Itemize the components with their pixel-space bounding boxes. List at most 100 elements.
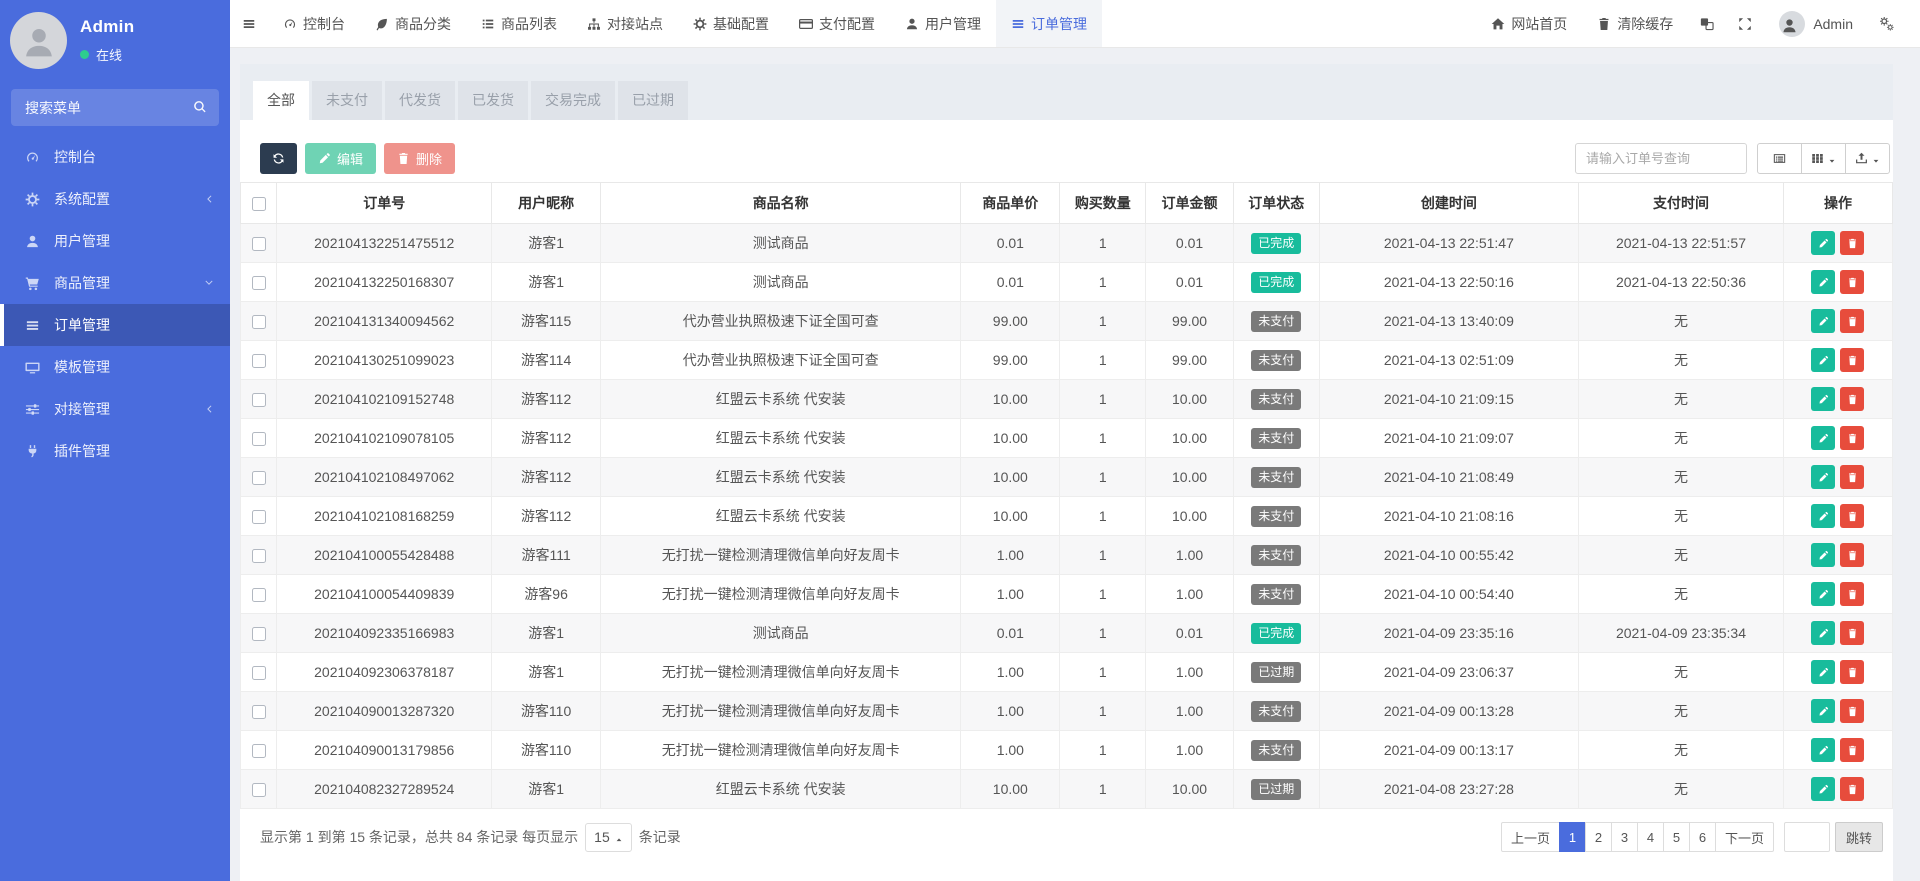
row-checkbox[interactable] <box>252 627 266 641</box>
row-checkbox[interactable] <box>252 237 266 251</box>
select-all-checkbox[interactable] <box>252 197 266 211</box>
columns-button[interactable] <box>1801 143 1846 174</box>
row-delete-button[interactable] <box>1840 465 1864 489</box>
row-checkbox[interactable] <box>252 744 266 758</box>
row-checkbox[interactable] <box>252 666 266 680</box>
topnav-item-clear-cache[interactable]: 清除缓存 <box>1582 0 1688 47</box>
row-checkbox[interactable] <box>252 315 266 329</box>
page-prev-button[interactable]: 上一页 <box>1501 822 1560 852</box>
row-edit-button[interactable] <box>1811 426 1835 450</box>
topnav-item-payment-config[interactable]: 支付配置 <box>784 0 890 47</box>
row-edit-button[interactable] <box>1811 348 1835 372</box>
row-edit-button[interactable] <box>1811 465 1835 489</box>
sidebar-item-system-config[interactable]: 系统配置 <box>0 178 230 220</box>
detail-view-button[interactable] <box>1757 143 1802 174</box>
row-delete-button[interactable] <box>1840 426 1864 450</box>
row-delete-button[interactable] <box>1840 231 1864 255</box>
row-checkbox[interactable] <box>252 471 266 485</box>
edit-button[interactable]: 编辑 <box>305 143 376 174</box>
row-checkbox[interactable] <box>252 705 266 719</box>
row-edit-button[interactable] <box>1811 231 1835 255</box>
tab-shipped[interactable]: 已发货 <box>458 81 528 120</box>
sidebar-item-dashboard[interactable]: 控制台 <box>0 136 230 178</box>
topnav-item-goods-list[interactable]: 商品列表 <box>466 0 572 47</box>
row-edit-button[interactable] <box>1811 504 1835 528</box>
refresh-button[interactable] <box>260 143 297 174</box>
topnav-item-user-menu[interactable]: Admin <box>1764 0 1868 47</box>
row-delete-button[interactable] <box>1840 270 1864 294</box>
topnav-item-site-home[interactable]: 网站首页 <box>1476 0 1582 47</box>
page-button-4[interactable]: 4 <box>1637 822 1664 852</box>
page-button-3[interactable]: 3 <box>1611 822 1638 852</box>
page-size-select[interactable]: 15 <box>585 823 632 852</box>
tab-all[interactable]: 全部 <box>253 81 309 120</box>
row-checkbox[interactable] <box>252 783 266 797</box>
page-jump-input[interactable] <box>1784 822 1830 852</box>
topnav-item-basic-config[interactable]: 基础配置 <box>678 0 784 47</box>
topnav-item-user-management[interactable]: 用户管理 <box>890 0 996 47</box>
cell-nickname: 游客112 <box>492 458 601 497</box>
page-button-5[interactable]: 5 <box>1663 822 1690 852</box>
row-delete-button[interactable] <box>1840 582 1864 606</box>
row-delete-button[interactable] <box>1840 543 1864 567</box>
topnav-item-menu-toggle[interactable] <box>230 0 268 47</box>
delete-button[interactable]: 删除 <box>384 143 455 174</box>
page-button-1[interactable]: 1 <box>1559 822 1586 852</box>
tab-unpaid[interactable]: 未支付 <box>312 81 382 120</box>
row-checkbox[interactable] <box>252 393 266 407</box>
sidebar-item-goods-management[interactable]: 商品管理 <box>0 262 230 304</box>
row-edit-button[interactable] <box>1811 777 1835 801</box>
export-button[interactable] <box>1845 143 1890 174</box>
row-edit-button[interactable] <box>1811 699 1835 723</box>
sidebar-item-plugin-management[interactable]: 插件管理 <box>0 430 230 472</box>
row-delete-button[interactable] <box>1840 777 1864 801</box>
page-button-6[interactable]: 6 <box>1689 822 1716 852</box>
topnav-item-settings[interactable] <box>1868 0 1906 47</box>
sidebar-search-input[interactable] <box>23 99 193 117</box>
order-search-input[interactable] <box>1575 143 1747 174</box>
row-edit-button[interactable] <box>1811 270 1835 294</box>
row-edit-button[interactable] <box>1811 387 1835 411</box>
trash-icon <box>1847 394 1858 405</box>
row-edit-button[interactable] <box>1811 660 1835 684</box>
topnav-item-fullscreen[interactable] <box>1726 0 1764 47</box>
row-delete-button[interactable] <box>1840 660 1864 684</box>
sidebar-item-integration-management[interactable]: 对接管理 <box>0 388 230 430</box>
sidebar-search-icon-wrap[interactable] <box>193 99 207 117</box>
row-delete-button[interactable] <box>1840 699 1864 723</box>
row-delete-button[interactable] <box>1840 348 1864 372</box>
topnav-item-language[interactable] <box>1688 0 1726 47</box>
row-checkbox[interactable] <box>252 432 266 446</box>
cell-order-no: 202104090013287320 <box>277 692 492 731</box>
tab-expired[interactable]: 已过期 <box>618 81 688 120</box>
row-checkbox[interactable] <box>252 276 266 290</box>
tab-completed[interactable]: 交易完成 <box>531 81 615 120</box>
row-edit-button[interactable] <box>1811 738 1835 762</box>
page-button-2[interactable]: 2 <box>1585 822 1612 852</box>
tab-to-ship[interactable]: 代发货 <box>385 81 455 120</box>
row-delete-button[interactable] <box>1840 621 1864 645</box>
row-edit-button[interactable] <box>1811 621 1835 645</box>
sidebar-item-template-management[interactable]: 模板管理 <box>0 346 230 388</box>
topnav-item-order-management[interactable]: 订单管理 <box>996 0 1102 47</box>
row-checkbox[interactable] <box>252 588 266 602</box>
row-edit-button[interactable] <box>1811 543 1835 567</box>
row-edit-button[interactable] <box>1811 582 1835 606</box>
cell-actions <box>1783 497 1892 536</box>
topnav-item-sites[interactable]: 对接站点 <box>572 0 678 47</box>
row-edit-button[interactable] <box>1811 309 1835 333</box>
topnav-item-goods-category[interactable]: 商品分类 <box>360 0 466 47</box>
row-checkbox[interactable] <box>252 549 266 563</box>
cell-nickname: 游客112 <box>492 497 601 536</box>
row-delete-button[interactable] <box>1840 309 1864 333</box>
sidebar-item-user-management[interactable]: 用户管理 <box>0 220 230 262</box>
row-delete-button[interactable] <box>1840 387 1864 411</box>
sidebar-item-order-management[interactable]: 订单管理 <box>0 304 230 346</box>
page-jump-button[interactable]: 跳转 <box>1835 822 1883 852</box>
topnav-item-dashboard[interactable]: 控制台 <box>268 0 360 47</box>
row-checkbox[interactable] <box>252 354 266 368</box>
row-delete-button[interactable] <box>1840 738 1864 762</box>
page-next-button[interactable]: 下一页 <box>1715 822 1774 852</box>
row-checkbox[interactable] <box>252 510 266 524</box>
row-delete-button[interactable] <box>1840 504 1864 528</box>
